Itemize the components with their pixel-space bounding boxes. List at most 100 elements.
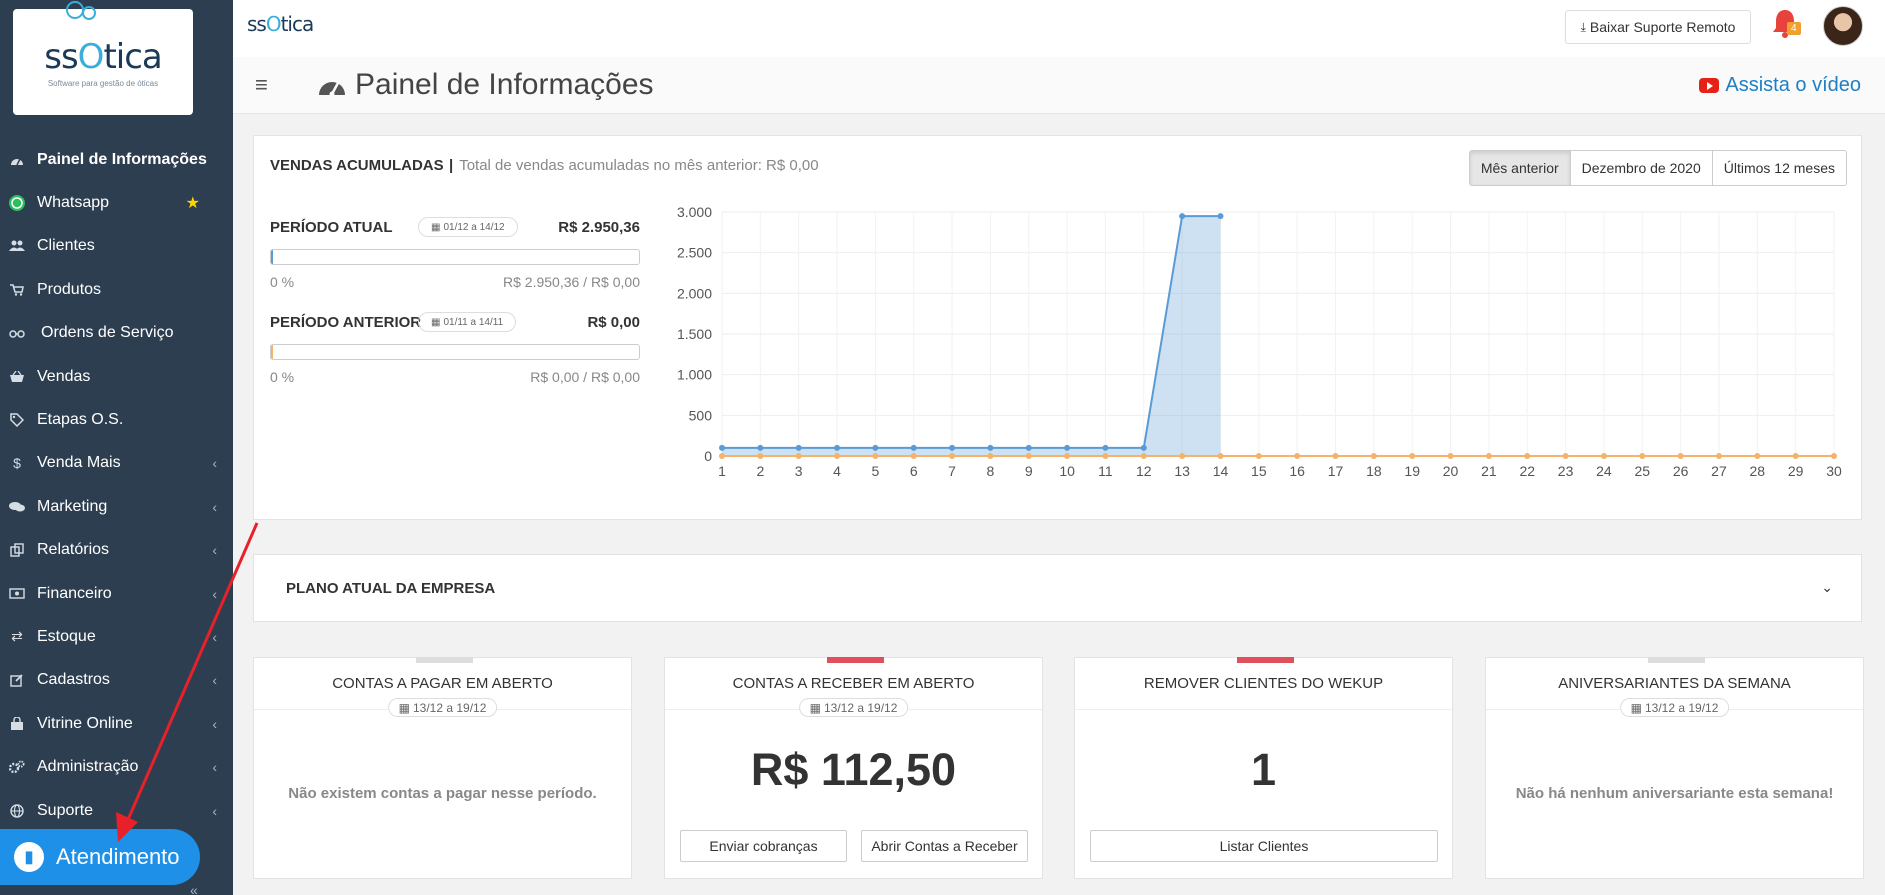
list-clients-button[interactable]: Listar Clientes [1090,830,1438,862]
data-point [1677,453,1684,459]
sidebar-item-administracao[interactable]: Administração ‹ [0,745,233,788]
card-date: ▦ 13/12 a 19/12 [387,698,498,717]
header-logo[interactable]: ssOtica [247,12,314,36]
sidebar-item-label: Etapas O.S. [37,411,124,429]
current-period-progress-fill [271,250,273,264]
sidebar-item-venda-mais[interactable]: $ Venda Mais ‹ [0,442,233,485]
previous-period-percent: 0 % [270,369,295,385]
current-period-percent: 0 % [270,274,295,290]
sidebar-item-etapas-os[interactable]: Etapas O.S. [0,398,233,441]
sidebar-item-label: Produtos [37,280,102,298]
period-previous-month-button[interactable]: Mês anterior [1469,151,1570,185]
sidebar-item-produtos[interactable]: Produtos [0,268,233,311]
data-point [1370,453,1377,459]
card-value: R$ 112,50 [750,744,957,795]
data-point [1754,453,1761,459]
period-december-2020-button[interactable]: Dezembro de 2020 [1569,151,1712,185]
collapse-sidebar-icon[interactable]: « [190,882,198,895]
sales-subtitle-text: Total de vendas acumuladas no mês anteri… [459,157,819,174]
sidebar-item-label: Administração [37,758,139,776]
data-point [1140,444,1147,451]
x-tick-label: 25 [1634,463,1650,479]
globe-icon [6,802,28,820]
notifications-button[interactable]: 4 [1771,8,1803,44]
sidebar-item-suporte[interactable]: Suporte ‹ [0,789,233,832]
card-title: ANIVERSARIANTES DA SEMANA [1558,675,1791,692]
youtube-icon [1699,78,1720,93]
calendar-icon: ▦ [431,221,441,233]
dashboard-icon [6,151,28,169]
data-point [1179,213,1186,220]
sidebar-item-estoque[interactable]: ⇄ Estoque ‹ [0,615,233,658]
user-avatar[interactable] [1823,6,1863,46]
sidebar: ssOtica Software para gestão de óticas P… [0,0,233,895]
download-remote-support-button[interactable]: ⤓ Baixar Suporte Remoto [1565,10,1751,44]
data-point [834,453,841,459]
menu-toggle-icon[interactable]: ≡ [255,74,275,96]
current-period-label: PERÍODO ATUAL [270,219,393,236]
data-point [949,444,956,451]
card-value: 1 [1250,744,1277,795]
basket-icon [6,368,28,386]
notification-count-badge: 4 [1787,22,1801,35]
period-last-12-months-button[interactable]: Últimos 12 meses [1711,151,1846,185]
data-point [757,453,764,459]
chevron-left-icon: ‹ [212,455,217,472]
chevron-down-icon[interactable]: ⌄ [1821,579,1833,596]
sidebar-item-label: Suporte [37,801,94,819]
card-remove-wekup-clients: REMOVER CLIENTES DO WEKUP 1 Listar Clien… [1074,657,1453,879]
money-icon [6,585,28,603]
atendimento-button[interactable]: ▮ Atendimento [0,829,200,885]
watch-video-link[interactable]: Assista o vídeo [1699,74,1861,97]
send-charges-button[interactable]: Enviar cobranças [680,830,847,862]
watch-video-label: Assista o vídeo [1725,74,1861,96]
sales-panel: VENDAS ACUMULADAS | Total de vendas acumu… [253,135,1862,520]
chevron-left-icon: ‹ [212,759,217,776]
sidebar-item-label: Ordens de Serviço [41,324,174,342]
card-stripe [1648,657,1705,663]
dollar-icon: $ [13,455,21,472]
sidebar-item-label: Estoque [37,627,96,645]
x-tick-label: 12 [1136,463,1152,479]
data-point [910,453,917,459]
previous-period-progress-fill [271,345,273,359]
y-tick-label: 1.500 [677,326,712,342]
sidebar-item-whatsapp[interactable]: Whatsapp ★ [0,181,233,224]
sidebar-item-marketing[interactable]: Marketing ‹ [0,485,233,528]
open-receivables-button[interactable]: Abrir Contas a Receber [861,830,1028,862]
x-tick-label: 22 [1519,463,1535,479]
company-plan-panel[interactable]: PLANO ATUAL DA EMPRESA ⌄ [253,554,1862,622]
sidebar-item-vitrine-online[interactable]: Vitrine Online ‹ [0,702,233,745]
sidebar-item-cadastros[interactable]: Cadastros ‹ [0,659,233,702]
data-point [719,453,725,459]
sidebar-nav: Painel de Informações Whatsapp ★ Cliente… [0,138,233,832]
data-point [987,453,994,459]
data-point [1217,213,1224,220]
sidebar-item-label: Marketing [37,497,108,515]
sidebar-item-relatorios[interactable]: Relatórios ‹ [0,529,233,572]
sidebar-item-ordens-servico[interactable]: Ordens de Serviço [0,312,233,355]
data-point [910,444,917,451]
sales-title: VENDAS ACUMULADAS [270,157,444,174]
sidebar-item-painel[interactable]: Painel de Informações [0,138,233,181]
y-tick-label: 0 [704,448,712,464]
sidebar-item-financeiro[interactable]: Financeiro ‹ [0,572,233,615]
x-tick-label: 9 [1025,463,1033,479]
x-tick-label: 17 [1328,463,1344,479]
cogs-icon [6,758,28,776]
y-tick-label: 2.000 [677,285,712,301]
previous-period-progress [270,344,640,360]
current-period-progress [270,249,640,265]
sidebar-item-vendas[interactable]: Vendas [0,355,233,398]
y-tick-label: 500 [689,407,713,423]
chevron-left-icon: ‹ [212,672,217,689]
data-point [1524,453,1531,459]
company-logo[interactable]: ssOtica Software para gestão de óticas [13,1,193,115]
sales-chart: 05001.0001.5002.0002.5003.0001 2 3 4 5 6 7 8 9 10… [677,206,1842,479]
card-stripe [1237,657,1294,663]
calendar-icon: ▦ [398,700,410,715]
sidebar-item-label: Painel de Informações [37,150,207,168]
sidebar-item-clientes[interactable]: Clientes [0,225,233,268]
data-point [1409,453,1416,459]
previous-period-ratio: R$ 0,00 / R$ 0,00 [530,369,640,385]
